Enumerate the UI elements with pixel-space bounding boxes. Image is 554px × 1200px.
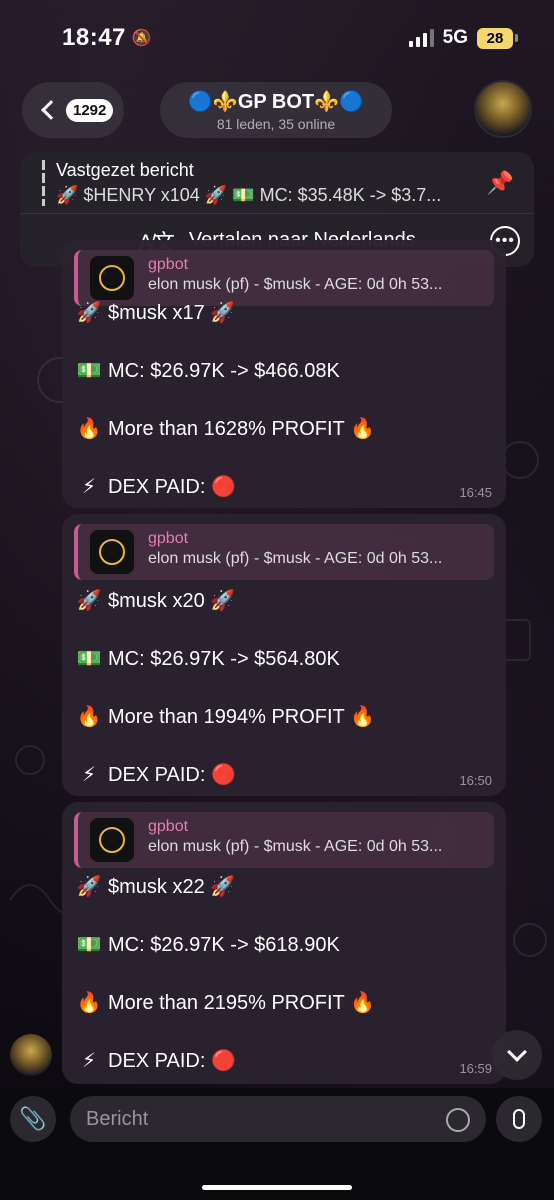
- message-profit-line: 🔥 More than 2195% PROFIT 🔥: [76, 990, 375, 1015]
- message-profit: More than 2195% PROFIT: [108, 992, 345, 1014]
- money-icon: 💵: [76, 934, 102, 956]
- attach-button[interactable]: 📎: [10, 1096, 56, 1142]
- reply-preview[interactable]: gpbot elon musk (pf) - $musk - AGE: 0d 0…: [74, 812, 494, 868]
- message-title-line: 🚀 $musk x20 🚀: [76, 588, 236, 613]
- gpbot-logo-icon: [90, 530, 134, 574]
- reply-sender: gpbot: [148, 256, 189, 273]
- paperclip-icon: 📎: [19, 1106, 47, 1131]
- message-dex: DEX PAID:: [108, 764, 206, 786]
- red-circle-icon: 🔴: [211, 1050, 236, 1072]
- fire-icon: 🔥: [76, 706, 102, 728]
- pinned-label: Vastgezet bericht: [56, 160, 194, 180]
- pinned-indicator: [42, 160, 45, 206]
- bolt-icon: ⚡: [81, 476, 97, 498]
- reply-preview[interactable]: gpbot elon musk (pf) - $musk - AGE: 0d 0…: [74, 250, 494, 306]
- message-bubble[interactable]: gpbot elon musk (pf) - $musk - AGE: 0d 0…: [62, 802, 506, 1084]
- message-profit: More than 1628% PROFIT: [108, 418, 345, 440]
- message-mc: MC: $26.97K -> $466.08K: [108, 360, 340, 382]
- fire-icon: 🔥: [349, 992, 375, 1014]
- message-title-line: 🚀 $musk x17 🚀: [76, 300, 236, 325]
- bell-muted-icon: 🔕: [131, 30, 153, 47]
- message-mc: MC: $26.97K -> $618.90K: [108, 934, 340, 956]
- rocket-icon: 🚀: [76, 876, 102, 898]
- message-title-line: 🚀 $musk x22 🚀: [76, 874, 236, 899]
- fire-icon: 🔥: [349, 418, 375, 440]
- message-title: $musk x17: [108, 302, 205, 324]
- pinned-text: 🚀 $HENRY x104 🚀 💵 MC: $35.48K -> $3.7...: [56, 185, 442, 205]
- chat-header: 1292 🔵⚜️GP BOT⚜️🔵 81 leden, 35 online: [0, 80, 554, 140]
- reply-text: elon musk (pf) - $musk - AGE: 0d 0h 53..…: [148, 550, 443, 567]
- bolt-icon: ⚡: [81, 1050, 97, 1072]
- message-time: 16:59: [459, 1061, 492, 1076]
- message-mc-line: 💵 MC: $26.97K -> $564.80K: [76, 646, 340, 671]
- message-dex-line: ⚡ DEX PAID: 🔴: [76, 474, 236, 499]
- message-time: 16:45: [459, 485, 492, 500]
- message-input[interactable]: [70, 1096, 486, 1142]
- battery-icon: 28: [477, 27, 518, 49]
- rocket-icon: 🚀: [210, 876, 236, 898]
- reply-sender: gpbot: [148, 818, 189, 835]
- money-icon: 💵: [76, 648, 102, 670]
- status-indicators: 5G 28: [408, 27, 518, 49]
- back-button[interactable]: 1292: [22, 82, 124, 138]
- fire-icon: 🔥: [349, 706, 375, 728]
- home-indicator: [202, 1185, 352, 1190]
- battery-level: 28: [477, 27, 513, 49]
- message-dex-line: ⚡ DEX PAID: 🔴: [76, 762, 236, 787]
- group-avatar[interactable]: [474, 80, 532, 138]
- chat-subtitle: 81 leden, 35 online: [216, 115, 336, 132]
- gpbot-logo-icon: [90, 818, 134, 862]
- microphone-icon: [513, 1109, 525, 1129]
- rocket-icon: 🚀: [76, 302, 102, 324]
- network-type: 5G: [442, 27, 468, 48]
- message-dex: DEX PAID:: [108, 1050, 206, 1072]
- message-profit: More than 1994% PROFIT: [108, 706, 345, 728]
- fire-icon: 🔥: [76, 992, 102, 1014]
- pinned-message[interactable]: Vastgezet bericht 🚀 $HENRY x104 🚀 💵 MC: …: [20, 152, 534, 214]
- sticker-icon[interactable]: [446, 1108, 470, 1132]
- rocket-icon: 🚀: [210, 590, 236, 612]
- signal-icon: [408, 29, 434, 47]
- money-icon: 💵: [76, 360, 102, 382]
- reply-text: elon musk (pf) - $musk - AGE: 0d 0h 53..…: [148, 838, 443, 855]
- rocket-icon: 🚀: [210, 302, 236, 324]
- sender-avatar[interactable]: [10, 1034, 52, 1076]
- message-mc-line: 💵 MC: $26.97K -> $618.90K: [76, 932, 340, 957]
- rocket-icon: 🚀: [76, 590, 102, 612]
- red-circle-icon: 🔴: [211, 764, 236, 786]
- clock-time: 18:47: [62, 24, 126, 51]
- chat-title-button[interactable]: 🔵⚜️GP BOT⚜️🔵 81 leden, 35 online: [160, 82, 392, 138]
- unread-count-badge: 1292: [66, 98, 114, 122]
- message-profit-line: 🔥 More than 1994% PROFIT 🔥: [76, 704, 375, 729]
- message-time: 16:50: [459, 773, 492, 788]
- gpbot-logo-icon: [90, 256, 134, 300]
- composer-bar: 📎: [0, 1088, 554, 1200]
- voice-record-button[interactable]: [496, 1096, 542, 1142]
- scroll-down-button[interactable]: [492, 1030, 542, 1080]
- message-mc-line: 💵 MC: $26.97K -> $466.08K: [76, 358, 340, 383]
- message-mc: MC: $26.97K -> $564.80K: [108, 648, 340, 670]
- message-title: $musk x20: [108, 590, 205, 612]
- chevron-left-icon: [41, 100, 61, 120]
- message-dex-line: ⚡ DEX PAID: 🔴: [76, 1048, 236, 1073]
- reply-text: elon musk (pf) - $musk - AGE: 0d 0h 53..…: [148, 276, 443, 293]
- message-bubble[interactable]: gpbot elon musk (pf) - $musk - AGE: 0d 0…: [62, 240, 506, 508]
- chevron-down-icon: [507, 1042, 527, 1062]
- message-title: $musk x22: [108, 876, 205, 898]
- red-circle-icon: 🔴: [211, 476, 236, 498]
- status-bar: 18:47 🔕 5G 28: [0, 0, 554, 76]
- clock: 18:47 🔕: [62, 24, 152, 52]
- message-bubble[interactable]: gpbot elon musk (pf) - $musk - AGE: 0d 0…: [62, 514, 506, 796]
- bolt-icon: ⚡: [81, 764, 97, 786]
- message-dex: DEX PAID:: [108, 476, 206, 498]
- reply-preview[interactable]: gpbot elon musk (pf) - $musk - AGE: 0d 0…: [74, 524, 494, 580]
- fire-icon: 🔥: [76, 418, 102, 440]
- chat-title: 🔵⚜️GP BOT⚜️🔵: [188, 90, 364, 113]
- reply-sender: gpbot: [148, 530, 189, 547]
- pin-list-icon[interactable]: 📌: [487, 170, 514, 196]
- message-profit-line: 🔥 More than 1628% PROFIT 🔥: [76, 416, 375, 441]
